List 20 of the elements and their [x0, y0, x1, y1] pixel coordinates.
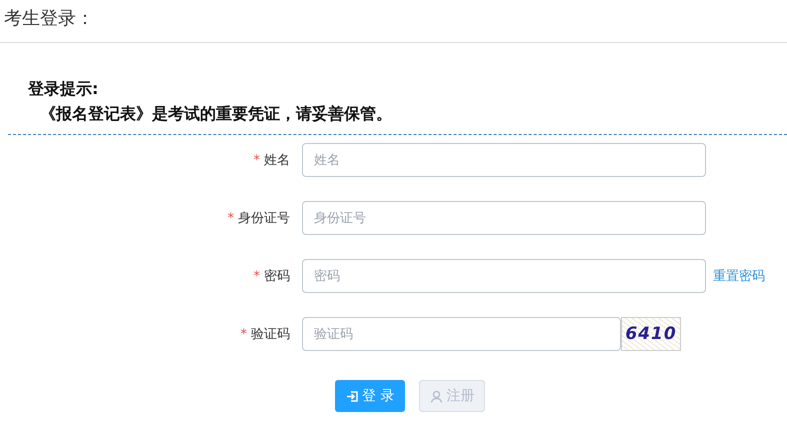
notice-text: 《报名登记表》是考试的重要凭证，请妥善保管。 — [39, 104, 393, 125]
required-mark: * — [240, 327, 247, 342]
input-field[interactable]: 密码 — [302, 259, 706, 293]
field-label: * 姓名 — [252, 152, 291, 169]
input-field[interactable]: 验证码 — [302, 317, 621, 351]
field-label: * 身份证号 — [226, 210, 291, 227]
required-mark: * — [254, 269, 260, 284]
login-button[interactable]: 登 录 — [335, 380, 406, 412]
page-title: 考生登录： — [4, 7, 94, 30]
field-label: * 密码 — [252, 268, 291, 285]
reset-password-link[interactable]: 重置密码 — [713, 267, 765, 285]
user-icon — [430, 390, 444, 402]
input-field[interactable]: 姓名 — [302, 143, 706, 177]
login-icon — [346, 390, 359, 402]
field-label: * 验证码 — [240, 326, 291, 343]
captcha-image[interactable]: 6410 — [621, 317, 681, 351]
required-mark: * — [254, 153, 260, 168]
notice-heading: 登录提示: — [28, 79, 100, 100]
required-mark: * — [228, 211, 234, 226]
input-field[interactable]: 身份证号 — [302, 201, 706, 235]
